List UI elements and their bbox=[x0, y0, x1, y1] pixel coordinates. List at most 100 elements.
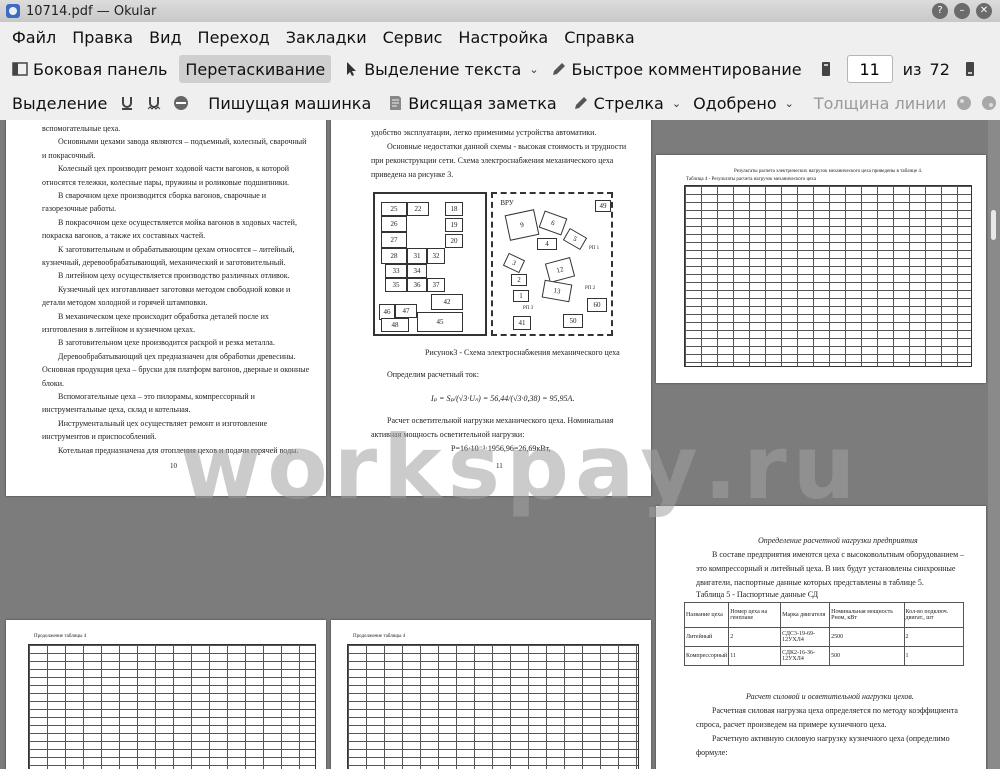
sidebar-icon bbox=[12, 62, 28, 76]
text-line: кузнечный, деревообрабатывающий, механич… bbox=[42, 258, 286, 267]
text-line: активная мощность осветительной нагрузки… bbox=[371, 430, 525, 439]
chevron-down-icon[interactable]: ⌄ bbox=[529, 63, 538, 76]
room: 35 bbox=[385, 278, 407, 292]
close-window-icon[interactable]: ✕ bbox=[976, 3, 992, 19]
next-page-icon[interactable] bbox=[962, 61, 978, 77]
text-line: детали методом холодной и горячей штампо… bbox=[42, 298, 208, 308]
stamp-button[interactable]: Одобрено ⌄ bbox=[687, 89, 800, 117]
opacity-icon[interactable] bbox=[981, 95, 997, 111]
menu-bar: Файл Правка Вид Переход Закладки Сервис … bbox=[0, 22, 1000, 52]
arrow-button[interactable]: Стрелка ⌄ bbox=[567, 89, 687, 117]
text-line: спроса, расчет произведем на примере куз… bbox=[696, 720, 887, 729]
section-heading: Определение расчетной нагрузки предприят… bbox=[758, 536, 918, 545]
okular-app-icon bbox=[6, 4, 20, 18]
text-line: В литейном цеху осуществляется производс… bbox=[58, 271, 290, 281]
quick-annotation-button[interactable]: Быстрое комментирование bbox=[545, 55, 808, 83]
text-line: Результаты расчета электрических нагрузо… bbox=[734, 169, 923, 174]
formula: Iₚ = Sₚ/(√3·Uₙ) = 56,44/(√3·0,38) = 95,9… bbox=[431, 394, 575, 403]
room: 32 bbox=[427, 248, 445, 264]
room: 47 bbox=[395, 304, 417, 318]
menu-view[interactable]: Вид bbox=[149, 28, 181, 47]
menu-edit[interactable]: Правка bbox=[72, 28, 133, 47]
room: 34 bbox=[407, 264, 427, 278]
sidebar-button[interactable]: Боковая панель bbox=[6, 55, 173, 83]
previous-page-icon[interactable] bbox=[818, 61, 834, 77]
scrollbar-thumb[interactable] bbox=[991, 210, 996, 240]
text-line: Расчетная силовая нагрузка цеха определя… bbox=[712, 706, 958, 715]
text-line: блоки. bbox=[42, 378, 65, 388]
text-line: P=16·10⁻³·1956,96=26,69кВт, bbox=[451, 444, 551, 453]
menu-go[interactable]: Переход bbox=[198, 28, 270, 47]
page-10: вспомогательные цеха. Основными цехами за… bbox=[6, 120, 326, 496]
page-15: Продолжение таблицы 4 bbox=[331, 620, 651, 769]
page-14: Продолжение таблицы 4 bbox=[6, 620, 326, 769]
arrow-pen-icon bbox=[574, 97, 587, 109]
page-of-label: из bbox=[902, 59, 922, 79]
text-line: вспомогательные цеха. bbox=[42, 124, 121, 133]
line-width-button[interactable]: Толщина линии bbox=[808, 89, 953, 117]
page-number-input[interactable]: 11 bbox=[846, 55, 893, 83]
typewriter-button[interactable]: Пишущая машинка bbox=[202, 89, 377, 117]
room: 3 bbox=[502, 252, 526, 274]
room: 22 bbox=[407, 202, 429, 216]
room: 19 bbox=[445, 218, 463, 232]
page-number: 10 bbox=[170, 462, 177, 470]
text-selection-button[interactable]: Выделение текста ⌄ bbox=[337, 55, 544, 83]
menu-help[interactable]: Справка bbox=[564, 28, 635, 47]
table-header: Номер цеха на генплане bbox=[728, 602, 782, 628]
room: 26 bbox=[381, 216, 407, 232]
figure-caption: Рисунок3 - Схема электроснабжения механи… bbox=[425, 348, 620, 357]
help-window-icon[interactable]: ? bbox=[932, 3, 948, 19]
floor-plan-left: 25 22 18 26 19 27 20 28 31 32 33 34 35 3… bbox=[373, 192, 487, 336]
room: 45 bbox=[417, 312, 463, 332]
results-table bbox=[684, 185, 972, 367]
minimize-window-icon[interactable]: – bbox=[954, 3, 970, 19]
menu-bookmarks[interactable]: Закладки bbox=[286, 28, 367, 47]
room: 20 bbox=[445, 234, 463, 248]
text-line: Определим расчетный ток: bbox=[387, 370, 479, 379]
floor-plan-right: ВРУ 9 6 49 4 5 3 12 2 13 1 50 41 60 РП 1… bbox=[491, 192, 613, 336]
select-annotation-button[interactable]: Выделение bbox=[6, 89, 113, 117]
panel-label: РП 3 bbox=[523, 306, 534, 311]
menu-settings[interactable]: Настройка bbox=[458, 28, 548, 47]
hanging-note-button[interactable]: Висящая заметка bbox=[381, 89, 562, 117]
strikeout-icon[interactable] bbox=[173, 95, 189, 111]
panel-label: РП 1 bbox=[589, 246, 600, 251]
page-12: Результаты расчета электрических нагрузо… bbox=[656, 155, 986, 383]
menu-tools[interactable]: Сервис bbox=[383, 28, 443, 47]
table-header: Номинальная мощность Pном, кВт bbox=[829, 602, 905, 628]
text-line: покраска вагонов, а также их составных ч… bbox=[42, 231, 206, 241]
color-icon[interactable] bbox=[956, 95, 972, 111]
table-row: Литейный 2 СДС3-19-69- 12УХЛ4 2500 2 bbox=[683, 627, 964, 647]
menu-file[interactable]: Файл bbox=[12, 28, 56, 47]
drag-mode-button[interactable]: Перетаскивание bbox=[179, 55, 332, 83]
text-line: Основные недостатки данной схемы - высок… bbox=[387, 142, 627, 151]
room: 42 bbox=[431, 294, 463, 310]
squiggly-underline-icon[interactable] bbox=[146, 95, 162, 111]
text-line: удобство эксплуатации, легко применимы у… bbox=[371, 128, 597, 137]
text-line: Котельная предназначена для отопления це… bbox=[58, 445, 299, 455]
underline-icon[interactable] bbox=[119, 95, 135, 111]
chevron-down-icon[interactable]: ⌄ bbox=[672, 97, 681, 110]
text-line: Вспомогательные цеха – это пилорамы, ком… bbox=[58, 392, 255, 401]
text-line: Расчет осветительной нагрузки механическ… bbox=[387, 416, 614, 425]
table-header: Марка двигателя bbox=[780, 602, 831, 628]
room: 60 bbox=[587, 298, 607, 312]
vertical-scrollbar[interactable] bbox=[988, 120, 1000, 769]
text-line: К заготовительным и обрабатывающим цехам… bbox=[58, 244, 295, 254]
sd-passport-table: Название цеха Номер цеха на генплане Мар… bbox=[683, 602, 964, 666]
text-line: при реконструкции сети. Схема электросна… bbox=[371, 156, 614, 165]
text-line: Инструментальный цех осуществляет ремонт… bbox=[58, 418, 268, 428]
chevron-down-icon[interactable]: ⌄ bbox=[785, 97, 794, 110]
line-width-label: Толщина линии bbox=[813, 93, 947, 113]
cursor-icon bbox=[347, 62, 357, 76]
room: 33 bbox=[385, 264, 407, 278]
document-viewport[interactable]: вспомогательные цеха. Основными цехами за… bbox=[0, 120, 1000, 769]
section-heading: Расчет силовой и осветительной нагрузки … bbox=[746, 692, 914, 701]
room: 12 bbox=[544, 256, 576, 284]
room: 28 bbox=[381, 248, 407, 264]
page-13: Определение расчетной нагрузки предприят… bbox=[656, 506, 986, 769]
arrow-label: Стрелка bbox=[593, 93, 664, 113]
pen-icon bbox=[552, 63, 565, 75]
drag-mode-label: Перетаскивание bbox=[185, 59, 326, 79]
